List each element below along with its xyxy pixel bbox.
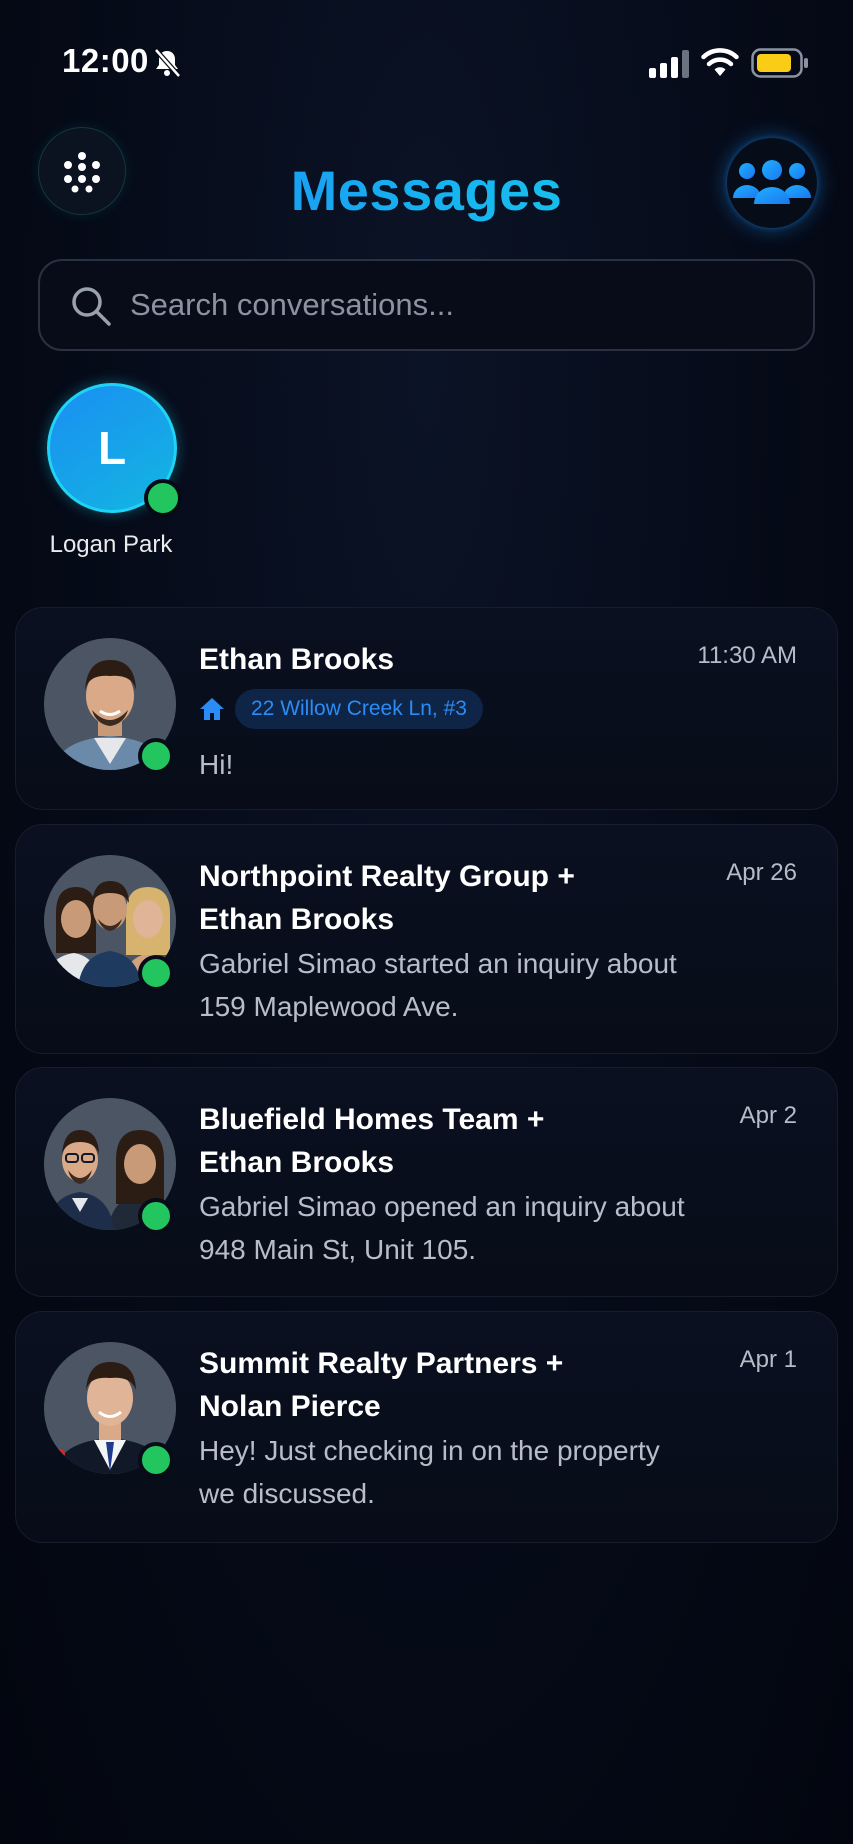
property-link[interactable]: 22 Willow Creek Ln, #3 [199,688,483,730]
conversation-time: 11:30 AM [697,642,797,669]
conversation-item[interactable]: Northpoint Realty Group + Ethan Brooks A… [15,824,838,1054]
online-status-dot [138,1198,174,1234]
home-icon [200,698,224,720]
search-icon [72,287,111,326]
online-contact-logan-park[interactable]: L Logan Park [28,383,194,563]
page-title: Messages [0,158,853,223]
conversation-preview: Hi! [199,749,234,780]
status-bar: 12:00 [0,0,853,120]
conversation-time: Apr 1 [739,1346,797,1373]
users-group-icon [733,160,811,204]
conversation-title: Ethan Brooks [199,643,395,676]
online-status-dot [138,1442,174,1478]
conversation-item[interactable]: Summit Realty Partners + Nolan Pierce Ap… [15,1311,838,1543]
bell-slash-icon [154,48,181,78]
status-time: 12:00 [62,42,149,79]
conversation-preview: Gabriel Simao started an inquiry about 1… [199,948,677,1022]
contact-name: Logan Park [49,531,173,558]
online-status-dot [138,738,174,774]
search-input[interactable] [130,281,790,329]
conversation-time: Apr 2 [739,1102,797,1129]
conversation-preview: Gabriel Simao opened an inquiry about 94… [199,1191,685,1265]
conversation-item[interactable]: Ethan Brooks 11:30 AM 22 Willow Creek Ln… [15,607,838,810]
property-tag[interactable]: 22 Willow Creek Ln, #3 [235,689,483,729]
online-status-dot [144,479,182,517]
conversation-time: Apr 26 [726,859,797,886]
cellular-signal-icon [649,50,689,78]
wifi-icon [701,48,739,76]
online-status-dot [138,955,174,991]
conversation-title: Bluefield Homes Team + Ethan Brooks [199,1103,545,1179]
conversation-preview: Hey! Just checking in on the property we… [199,1435,660,1509]
search-bar[interactable] [38,259,815,351]
conversation-item[interactable]: Bluefield Homes Team + Ethan Brooks Apr … [15,1067,838,1297]
conversation-title: Summit Realty Partners + Nolan Pierce [199,1347,564,1423]
conversation-title: Northpoint Realty Group + Ethan Brooks [199,860,575,936]
group-contacts-button[interactable] [727,138,817,228]
battery-icon [751,48,808,78]
